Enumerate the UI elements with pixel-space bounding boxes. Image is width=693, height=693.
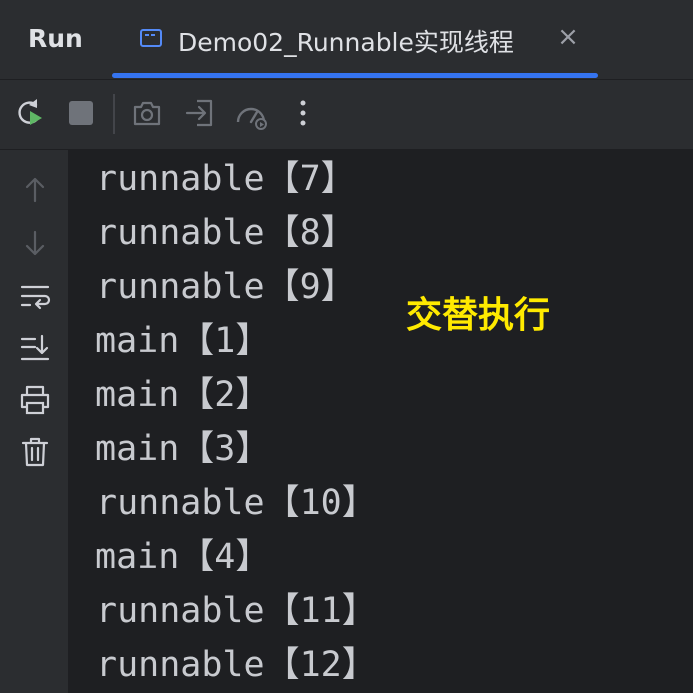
- run-panel-header: Run Demo02_Runnable实现线程 ×: [0, 0, 693, 80]
- console-line: main【2】: [95, 375, 271, 415]
- console-line: main【4】: [95, 537, 271, 577]
- console-line: main【1】: [95, 321, 271, 361]
- run-toolbar: [0, 80, 693, 150]
- panel-title: Run: [28, 24, 83, 53]
- console-line: runnable【9】: [96, 267, 356, 307]
- camera-icon[interactable]: [130, 96, 164, 130]
- console-line: runnable【10】: [96, 483, 377, 523]
- tab-demo02[interactable]: Demo02_Runnable实现线程 ×: [138, 0, 598, 80]
- profiler-icon[interactable]: [234, 96, 268, 130]
- console-line: runnable【8】: [96, 213, 356, 253]
- console-line: runnable【12】: [96, 645, 377, 685]
- more-vertical-icon[interactable]: [286, 96, 320, 130]
- soft-wrap-icon[interactable]: [17, 278, 53, 314]
- tab-label: Demo02_Runnable实现线程: [178, 28, 514, 57]
- rerun-icon[interactable]: [14, 96, 48, 130]
- console-line: runnable【11】: [96, 591, 377, 631]
- close-tab-icon[interactable]: ×: [556, 22, 580, 52]
- import-icon[interactable]: [183, 96, 217, 130]
- console-side-toolbar: [0, 150, 68, 693]
- console-line: main【3】: [95, 429, 271, 469]
- console-output[interactable]: runnable【7】 runnable【8】 runnable【9】 main…: [68, 150, 693, 693]
- stop-icon[interactable]: [64, 96, 98, 130]
- scroll-to-end-icon[interactable]: [17, 330, 53, 366]
- toolbar-separator: [113, 94, 115, 134]
- alternating-execution-annotation: 交替执行: [406, 295, 551, 336]
- print-icon[interactable]: [17, 382, 53, 418]
- arrow-up-icon[interactable]: [17, 172, 53, 208]
- console-line: runnable【7】: [96, 159, 356, 199]
- arrow-down-icon[interactable]: [17, 225, 53, 261]
- trash-icon[interactable]: [17, 434, 53, 470]
- console-tab-icon: [140, 29, 162, 47]
- active-tab-indicator: [112, 73, 598, 78]
